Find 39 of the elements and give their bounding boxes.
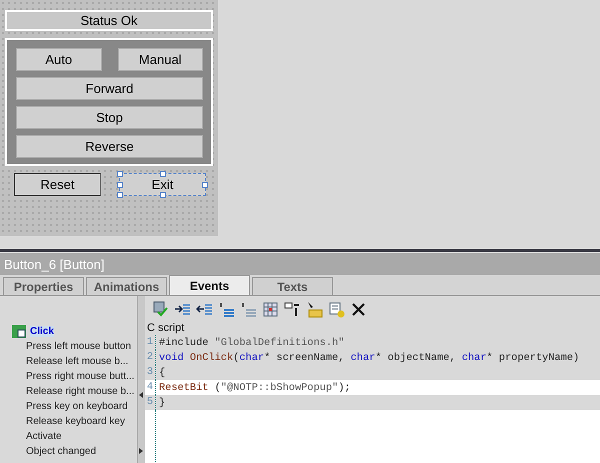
delete-icon[interactable] [350,300,367,318]
event-item[interactable]: Press left mouse button [0,339,137,354]
event-item[interactable]: Click [30,326,54,337]
tab[interactable]: Texts [252,277,333,295]
cursor-folder-icon[interactable] [306,300,323,318]
event-item[interactable]: Activate [0,429,137,444]
hmi-button[interactable]: Forward [16,77,203,100]
document-icon[interactable] [328,300,345,318]
tab[interactable]: Properties [3,277,84,295]
tab[interactable]: Animations [86,277,167,295]
inspector-title: Button_6 [Button] [0,253,600,275]
event-icon [12,325,26,338]
code-line: } [159,396,166,408]
tab[interactable]: Events [169,275,250,295]
code-line: { [159,366,166,378]
event-item[interactable]: Press key on keyboard [0,399,137,414]
check-icon[interactable] [152,300,169,318]
line-number: 5 [145,395,156,410]
status-display: Status Ok [5,10,213,31]
code-editor[interactable]: 1 #include "GlobalDefinitions.h" 2 void OnClick(char* screenName, char* objectName, char* propertyName) 3 { 4 ResetBit ("@NOTP::bShowPopup"); 5 } [145,335,600,463]
hmi-button[interactable]: Reset [14,173,101,196]
hmi-button[interactable]: Auto [16,48,102,71]
hmi-button[interactable]: Reverse [16,135,203,158]
hmi-button[interactable]: Exit [119,173,206,196]
event-item[interactable]: Press right mouse butt... [0,369,137,384]
event-item[interactable]: Release right mouse b... [0,384,137,399]
event-item[interactable]: Object changed [0,444,137,459]
event-item[interactable]: Release keyboard key [0,414,137,429]
comment-icon[interactable] [218,300,235,318]
code-line: #include "GlobalDefinitions.h" [159,336,344,348]
script-label: C script [146,322,186,335]
code-line: ResetBit ("@NOTP::bShowPopup"); [159,382,351,394]
code-line: void OnClick(char* screenName, char* objectName, char* propertyName) [159,352,580,364]
hmi-button[interactable]: Stop [16,106,203,129]
event-item[interactable]: Release left mouse b... [0,354,137,369]
scrollbar[interactable] [137,296,145,463]
grid-icon[interactable] [262,300,279,318]
uncomment-icon[interactable] [240,300,257,318]
hmi-button[interactable]: Manual [118,48,203,71]
